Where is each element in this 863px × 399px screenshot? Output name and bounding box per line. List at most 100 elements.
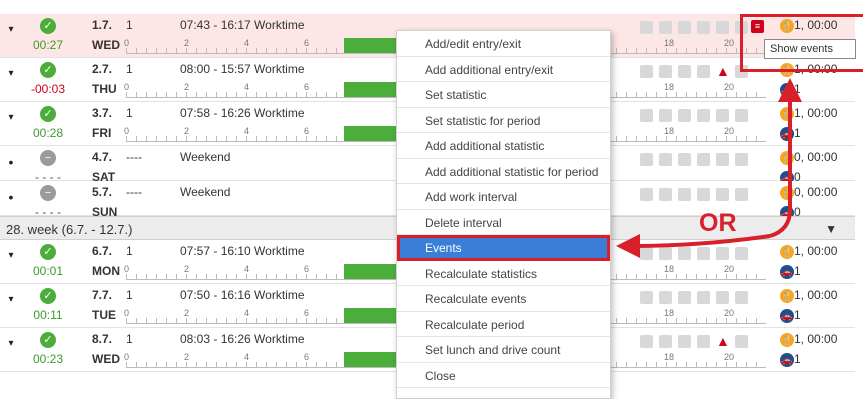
lock-icon[interactable] (678, 64, 691, 78)
menu-item-set-lunch-and-drive-count[interactable]: Set lunch and drive count (397, 337, 610, 363)
worktime-bar[interactable] (344, 264, 396, 279)
timeline-hour-label: 2 (184, 82, 190, 92)
document-icon[interactable] (735, 290, 748, 304)
timeline-hour-label: 2 (184, 308, 190, 318)
comment-icon[interactable] (640, 246, 653, 260)
timeline-hour-label: 0 (124, 264, 130, 274)
calendar-icon[interactable] (697, 108, 710, 122)
comment-icon[interactable] (640, 290, 653, 304)
worktime-bar[interactable] (344, 352, 396, 367)
approved-check-icon: ✓ (40, 332, 56, 348)
menu-item-recalculate-events[interactable]: Recalculate events (397, 286, 610, 312)
expand-toggle-icon[interactable]: • (4, 154, 18, 170)
worktime-bar[interactable] (344, 126, 396, 141)
balance-value: -00:03 (30, 82, 66, 96)
delete-icon[interactable] (659, 152, 672, 166)
calendar-icon[interactable] (697, 64, 710, 78)
calendar-icon[interactable] (697, 334, 710, 348)
week-title: 28. week (6.7. - 12.7.) (6, 222, 133, 237)
delete-icon[interactable] (659, 64, 672, 78)
delete-icon[interactable] (659, 290, 672, 304)
delete-icon[interactable] (659, 246, 672, 260)
warning-icon[interactable]: ▲ (716, 64, 730, 78)
drive-count: 🚗1 (780, 308, 801, 323)
document-icon[interactable] (735, 246, 748, 260)
delete-icon[interactable] (659, 334, 672, 348)
comment-icon[interactable] (640, 152, 653, 166)
work-interval-text: 08:03 - 16:26 Worktime (180, 332, 305, 346)
balance-value: 00:28 (32, 126, 64, 140)
context-menu: Add/edit entry/exit Add additional entry/… (396, 30, 611, 399)
warning-icon[interactable] (716, 152, 729, 166)
interval-count: 1 (126, 62, 133, 76)
expand-toggle-icon[interactable]: ▾ (4, 112, 18, 126)
calendar-icon[interactable] (697, 20, 710, 34)
delete-icon[interactable] (659, 20, 672, 34)
menu-item-add-edit-entry-exit[interactable]: Add/edit entry/exit (397, 31, 610, 57)
menu-item-add-work-interval[interactable]: Add work interval (397, 184, 610, 210)
timeline-hour-label: 20 (724, 38, 735, 48)
calendar-icon[interactable] (697, 152, 710, 166)
worktime-bar[interactable] (344, 82, 396, 97)
document-icon[interactable] (735, 152, 748, 166)
document-icon[interactable] (735, 108, 748, 122)
timeline-hour-label: 6 (304, 308, 310, 318)
comment-icon[interactable] (640, 334, 653, 348)
warning-icon[interactable] (716, 20, 729, 34)
document-icon[interactable] (735, 334, 748, 348)
comment-icon[interactable] (640, 64, 653, 78)
menu-item-set-statistic[interactable]: Set statistic (397, 82, 610, 108)
calendar-icon[interactable] (697, 290, 710, 304)
expand-toggle-icon[interactable]: ▾ (4, 24, 18, 38)
warning-icon[interactable] (716, 187, 729, 201)
comment-icon[interactable] (640, 187, 653, 201)
delete-icon[interactable] (659, 108, 672, 122)
menu-item-recalculate-statistics[interactable]: Recalculate statistics (397, 261, 610, 286)
interval-count: 1 (126, 288, 133, 302)
expand-toggle-icon[interactable]: ▾ (4, 68, 18, 82)
day-of-week: WED (92, 352, 120, 366)
worktime-bar[interactable] (344, 38, 396, 53)
day-date: 8.7. (92, 332, 113, 346)
warning-icon[interactable] (716, 246, 729, 260)
document-icon[interactable] (735, 187, 748, 201)
menu-item-close[interactable]: Close (397, 363, 610, 388)
warning-icon[interactable] (716, 290, 729, 304)
timeline-hour-label: 0 (124, 82, 130, 92)
worktime-bar[interactable] (344, 308, 396, 323)
delete-icon[interactable] (659, 187, 672, 201)
events-icon[interactable]: ≡ (751, 20, 764, 33)
expand-toggle-icon[interactable]: ▾ (4, 338, 18, 352)
lock-icon[interactable] (678, 152, 691, 166)
or-label: OR (699, 209, 737, 237)
lock-icon[interactable] (678, 334, 691, 348)
lock-icon[interactable] (678, 20, 691, 34)
expand-toggle-icon[interactable]: • (4, 189, 18, 205)
menu-item-events[interactable]: Events (397, 235, 610, 261)
calendar-icon[interactable] (697, 246, 710, 260)
approved-check-icon: ✓ (40, 62, 56, 78)
lock-icon[interactable] (678, 108, 691, 122)
timeline-hour-label: 18 (664, 126, 675, 136)
warning-icon[interactable] (716, 108, 729, 122)
expand-toggle-icon[interactable]: ▾ (4, 294, 18, 308)
lock-icon[interactable] (678, 187, 691, 201)
menu-item-delete-interval[interactable]: Delete interval (397, 210, 610, 235)
timeline-hour-label: 4 (244, 126, 250, 136)
row-action-icons: ▲ (640, 333, 760, 349)
lock-icon[interactable] (678, 290, 691, 304)
interval-count: 1 (126, 18, 133, 32)
warning-icon[interactable]: ▲ (716, 334, 730, 348)
menu-item-add-additional-statistic-for-period[interactable]: Add additional statistic for period (397, 159, 610, 184)
week-collapse-icon[interactable]: ▼ (825, 222, 837, 236)
row-action-icons (640, 107, 760, 123)
menu-item-add-additional-statistic[interactable]: Add additional statistic (397, 133, 610, 159)
expand-toggle-icon[interactable]: ▾ (4, 250, 18, 264)
calendar-icon[interactable] (697, 187, 710, 201)
menu-item-recalculate-period[interactable]: Recalculate period (397, 312, 610, 337)
menu-item-add-additional-entry-exit[interactable]: Add additional entry/exit (397, 57, 610, 82)
comment-icon[interactable] (640, 20, 653, 34)
comment-icon[interactable] (640, 108, 653, 122)
menu-item-set-statistic-for-period[interactable]: Set statistic for period (397, 108, 610, 133)
lock-icon[interactable] (678, 246, 691, 260)
